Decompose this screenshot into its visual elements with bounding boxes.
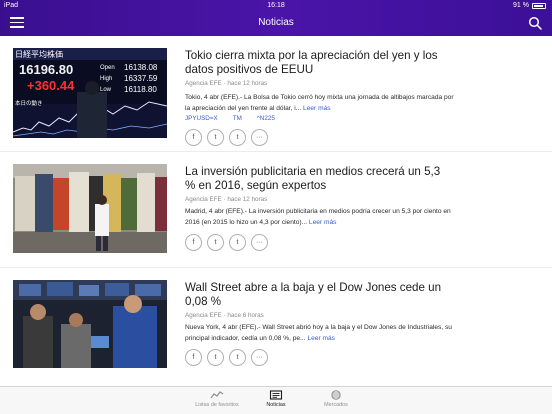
news-card[interactable]: La inversión publicitaria en medios crec… xyxy=(0,152,552,267)
more-icon[interactable]: ··· xyxy=(251,234,268,251)
board-low-value: 16118.80 xyxy=(124,85,157,94)
share-buttons: f t t ··· xyxy=(185,349,268,366)
street-posters-image xyxy=(13,164,167,253)
twitter-icon[interactable]: t xyxy=(207,129,224,146)
facebook-icon[interactable]: f xyxy=(185,349,202,366)
twitter-icon[interactable]: t xyxy=(207,234,224,251)
board-value: 16196.80 xyxy=(19,62,74,77)
board-open-label: Open xyxy=(100,65,115,71)
more-icon[interactable]: ··· xyxy=(251,349,268,366)
ticker-link[interactable]: ^N225 xyxy=(257,115,275,122)
article-meta: Agencia EFE · hace 6 horas xyxy=(185,312,264,319)
board-open-value: 16138.08 xyxy=(124,63,158,72)
tab-label: Mercados xyxy=(324,402,348,408)
globe-icon xyxy=(331,390,341,400)
top-bar: iPad 16:18 91 % Noticias xyxy=(0,0,552,36)
status-bar: iPad 16:18 91 % xyxy=(0,0,552,11)
read-more-link[interactable]: Leer más xyxy=(309,219,337,226)
facebook-icon[interactable]: f xyxy=(185,234,202,251)
chart-line-icon xyxy=(210,391,224,399)
article-headline[interactable]: Tokio cierra mixta por la apreciación de… xyxy=(185,49,445,77)
article-summary: Tokio, 4 abr (EFE).- La Bolsa de Tokio c… xyxy=(185,92,460,114)
board-change: +360.44 xyxy=(27,78,75,93)
battery-label: 91 % xyxy=(513,2,529,9)
tab-label: Listas de favoritos xyxy=(195,402,239,408)
more-icon[interactable]: ··· xyxy=(251,129,268,146)
search-icon[interactable] xyxy=(528,16,542,30)
twitter-icon[interactable]: t xyxy=(207,349,224,366)
read-more-link[interactable]: Leer más xyxy=(303,105,331,112)
read-more-link[interactable]: Leer más xyxy=(307,335,335,342)
article-image[interactable] xyxy=(13,164,167,253)
share-buttons: f t t ··· xyxy=(185,234,268,251)
navigation-bar: Noticias xyxy=(0,11,552,36)
news-card[interactable]: 日経平均株価 16196.80 +360.44 Open 16138.08 Hi… xyxy=(0,36,552,151)
clock: 16:18 xyxy=(267,2,285,9)
article-meta: Agencia EFE · hace 12 horas xyxy=(185,196,268,203)
tab-bar: Listas de favoritos Noticias Mercados xyxy=(0,386,552,414)
facebook-icon[interactable]: f xyxy=(185,129,202,146)
status-right: 91 % xyxy=(513,0,546,11)
share-buttons: f t t ··· xyxy=(185,129,268,146)
board-footer: 本日の動き xyxy=(15,101,43,107)
board-low-label: Low xyxy=(100,87,112,93)
article-headline[interactable]: Wall Street abre a la baja y el Dow Jone… xyxy=(185,281,445,309)
tumblr-icon[interactable]: t xyxy=(229,349,246,366)
news-icon xyxy=(269,390,283,400)
board-title: 日経平均株価 xyxy=(15,50,63,59)
news-card[interactable]: Wall Street abre a la baja y el Dow Jone… xyxy=(0,268,552,386)
article-summary: Nueva York, 4 abr (EFE).- Wall Street ab… xyxy=(185,322,460,344)
tab-markets[interactable]: Mercados xyxy=(296,390,376,408)
battery-icon xyxy=(532,2,546,9)
article-image[interactable]: 日経平均株価 16196.80 +360.44 Open 16138.08 Hi… xyxy=(13,48,167,138)
board-high-label: High xyxy=(100,76,113,82)
article-summary: Madrid, 4 abr (EFE).- La inversión publi… xyxy=(185,206,460,228)
ticker-list: JPYUSD=X TM ^N225 xyxy=(185,115,275,122)
article-headline[interactable]: La inversión publicitaria en medios crec… xyxy=(185,165,445,193)
article-meta: Agencia EFE · hace 12 horas xyxy=(185,80,268,87)
article-image[interactable] xyxy=(13,280,167,368)
tumblr-icon[interactable]: t xyxy=(229,234,246,251)
tumblr-icon[interactable]: t xyxy=(229,129,246,146)
board-high-value: 16337.59 xyxy=(124,74,158,83)
ticker-link[interactable]: JPYUSD=X xyxy=(185,115,218,122)
trading-floor-image xyxy=(13,280,167,368)
tab-label: Noticias xyxy=(266,402,286,408)
page-title: Noticias xyxy=(258,17,294,28)
ticker-link[interactable]: TM xyxy=(233,115,242,122)
